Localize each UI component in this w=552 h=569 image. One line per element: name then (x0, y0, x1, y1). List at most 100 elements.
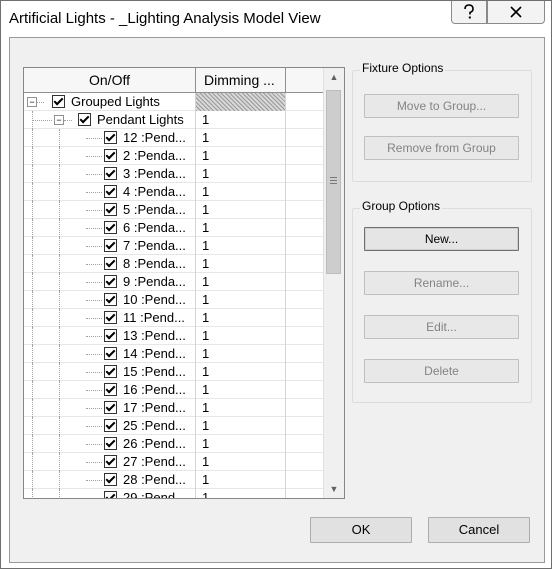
dimming-cell[interactable]: 1 (196, 147, 286, 165)
dimming-cell[interactable]: 1 (196, 129, 286, 147)
tree-row-fixture[interactable]: 27 :Pend... 1 (24, 453, 323, 471)
tree-row-fixture[interactable]: 15 :Pend... 1 (24, 363, 323, 381)
dimming-cell[interactable]: 1 (196, 111, 286, 129)
tree-row-fixture[interactable]: 2 :Penda... 1 (24, 147, 323, 165)
fixture-label: 17 :Pend... (123, 400, 186, 415)
dimming-cell[interactable]: 1 (196, 183, 286, 201)
dimming-cell[interactable]: 1 (196, 237, 286, 255)
fixture-checkbox[interactable] (104, 167, 117, 180)
ok-button[interactable]: OK (310, 517, 412, 543)
dimming-cell[interactable]: 1 (196, 273, 286, 291)
dimming-cell[interactable]: 1 (196, 255, 286, 273)
fixture-checkbox[interactable] (104, 257, 117, 270)
scroll-up-icon[interactable]: ▲ (324, 68, 344, 86)
dimming-cell[interactable]: 1 (196, 201, 286, 219)
delete-group-button[interactable]: Delete (364, 359, 519, 383)
fixture-checkbox[interactable] (104, 221, 117, 234)
tree-row-fixture[interactable]: 14 :Pend... 1 (24, 345, 323, 363)
dimming-cell[interactable]: 1 (196, 399, 286, 417)
fixture-checkbox[interactable] (104, 149, 117, 162)
tree-row-fixture[interactable]: 8 :Penda... 1 (24, 255, 323, 273)
fixture-label: 25 :Pend... (123, 418, 186, 433)
move-to-group-button[interactable]: Move to Group... (364, 94, 519, 118)
fixture-label: 9 :Penda... (123, 274, 186, 289)
tree-row-fixture[interactable]: 13 :Pend... 1 (24, 327, 323, 345)
dimming-cell[interactable]: 1 (196, 291, 286, 309)
fixture-checkbox[interactable] (104, 329, 117, 342)
fixture-checkbox[interactable] (104, 347, 117, 360)
column-header-dimming[interactable]: Dimming ... (196, 68, 286, 92)
tree-row-fixture[interactable]: 7 :Penda... 1 (24, 237, 323, 255)
fixture-checkbox[interactable] (104, 383, 117, 396)
dimming-cell[interactable]: 1 (196, 471, 286, 489)
tree-row-fixture[interactable]: 26 :Pend... 1 (24, 435, 323, 453)
scroll-down-icon[interactable]: ▼ (324, 480, 344, 498)
vertical-scrollbar[interactable]: ▲ ▼ (323, 68, 344, 498)
grid-rows: − Grouped Lights − Pendant Lights 1 12:… (24, 93, 323, 498)
dimming-cell[interactable]: 1 (196, 363, 286, 381)
tree-row-pendant-lights[interactable]: − Pendant Lights 1 (24, 111, 323, 129)
dimming-cell[interactable]: 1 (196, 165, 286, 183)
fixture-checkbox[interactable] (104, 275, 117, 288)
grid-header: On/Off Dimming ... (24, 68, 323, 93)
lights-tree-grid[interactable]: On/Off Dimming ... − Grouped Lights − Pe… (23, 67, 345, 499)
fixture-checkbox[interactable] (104, 311, 117, 324)
new-group-button[interactable]: New... (364, 227, 519, 251)
fixture-label: 13 :Pend... (123, 328, 186, 343)
tree-row-fixture[interactable]: 29 :Pend... 1 (24, 489, 323, 498)
fixture-checkbox[interactable] (104, 491, 117, 498)
dimming-cell[interactable]: 1 (196, 435, 286, 453)
dimming-cell[interactable]: 1 (196, 417, 286, 435)
rename-group-button[interactable]: Rename... (364, 271, 519, 295)
cancel-button[interactable]: Cancel (428, 517, 530, 543)
checkbox-pendant-lights[interactable] (78, 113, 91, 126)
fixture-label: 7 :Penda... (123, 238, 186, 253)
tree-row-fixture[interactable]: 4 :Penda... 1 (24, 183, 323, 201)
close-button[interactable] (487, 1, 545, 24)
tree-row-fixture[interactable]: 17 :Pend... 1 (24, 399, 323, 417)
tree-row-fixture[interactable]: 12 :Pend... 1 (24, 129, 323, 147)
tree-row-fixture[interactable]: 16 :Pend... 1 (24, 381, 323, 399)
window-title: Artificial Lights - _Lighting Analysis M… (9, 10, 321, 27)
tree-row-fixture[interactable]: 28 :Pend... 1 (24, 471, 323, 489)
tree-row-grouped-lights[interactable]: − Grouped Lights (24, 93, 323, 111)
help-button[interactable] (451, 1, 487, 24)
dimming-cell[interactable]: 1 (196, 453, 286, 471)
fixture-label: 2 :Penda... (123, 148, 186, 163)
tree-row-fixture[interactable]: 5 :Penda... 1 (24, 201, 323, 219)
tree-row-fixture[interactable]: 6 :Penda... 1 (24, 219, 323, 237)
collapse-icon[interactable]: − (27, 97, 37, 107)
edit-group-button[interactable]: Edit... (364, 315, 519, 339)
fixture-checkbox[interactable] (104, 239, 117, 252)
tree-row-fixture[interactable]: 11 :Pend... 1 (24, 309, 323, 327)
fixture-label: 4 :Penda... (123, 184, 186, 199)
fixture-checkbox[interactable] (104, 437, 117, 450)
column-header-on-off[interactable]: On/Off (24, 68, 196, 92)
checkbox-grouped-lights[interactable] (52, 95, 65, 108)
fixture-checkbox[interactable] (104, 365, 117, 378)
fixture-checkbox[interactable] (104, 293, 117, 306)
dimming-cell[interactable]: 1 (196, 327, 286, 345)
tree-row-fixture[interactable]: 9 :Penda... 1 (24, 273, 323, 291)
remove-from-group-button[interactable]: Remove from Group (364, 136, 519, 160)
fixture-checkbox[interactable] (104, 185, 117, 198)
fixture-checkbox[interactable] (104, 419, 117, 432)
fixture-checkbox[interactable] (104, 455, 117, 468)
title-bar[interactable]: Artificial Lights - _Lighting Analysis M… (1, 1, 551, 37)
dimming-cell[interactable]: 1 (196, 345, 286, 363)
fixture-checkbox[interactable] (104, 401, 117, 414)
dimming-cell[interactable]: 1 (196, 381, 286, 399)
collapse-icon[interactable]: − (54, 115, 64, 125)
scroll-thumb[interactable] (326, 90, 341, 274)
fixture-checkbox[interactable] (104, 203, 117, 216)
tree-row-fixture[interactable]: 3 :Penda... 1 (24, 165, 323, 183)
fixture-label: 10 :Pend... (123, 292, 186, 307)
dimming-cell[interactable]: 1 (196, 309, 286, 327)
dimming-cell[interactable]: 1 (196, 219, 286, 237)
fixture-label: 8 :Penda... (123, 256, 186, 271)
tree-row-fixture[interactable]: 25 :Pend... 1 (24, 417, 323, 435)
tree-row-fixture[interactable]: 10 :Pend... 1 (24, 291, 323, 309)
fixture-checkbox[interactable] (104, 473, 117, 486)
fixture-checkbox[interactable] (104, 131, 117, 144)
dimming-cell[interactable]: 1 (196, 489, 286, 498)
